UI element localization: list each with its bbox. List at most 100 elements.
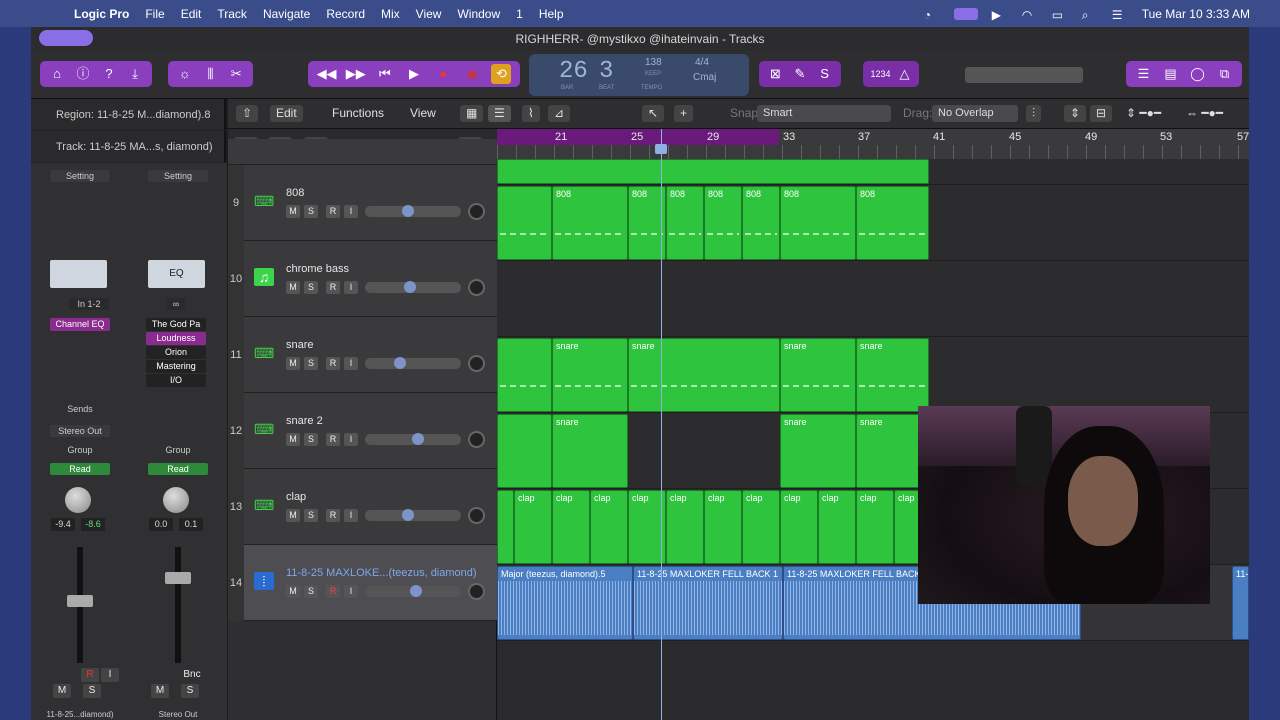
menu-edit[interactable]: Edit: [181, 7, 202, 21]
region-clap[interactable]: clap: [666, 490, 704, 564]
region-808[interactable]: 808: [704, 186, 742, 260]
browsers-icon[interactable]: ⧉: [1215, 64, 1235, 84]
toolbar-icon[interactable]: ⤓: [125, 64, 145, 84]
view-menu[interactable]: View: [404, 105, 442, 122]
list-editors-icon[interactable]: ⊠: [765, 64, 785, 84]
play-button-icon[interactable]: ▶: [404, 64, 424, 84]
vzoom-slider-icon[interactable]: ⇕ ━●━: [1120, 105, 1167, 122]
region-clap[interactable]: clap: [856, 490, 894, 564]
count-in-button[interactable]: 1234: [868, 64, 894, 84]
grid-icon[interactable]: ▦: [460, 105, 484, 122]
mute-button[interactable]: M: [53, 684, 71, 698]
pencil-tool-icon[interactable]: +: [674, 105, 694, 122]
mute-button[interactable]: M: [286, 585, 300, 598]
region-clap[interactable]: clap: [590, 490, 628, 564]
smart-controls-icon[interactable]: ☼: [175, 64, 195, 84]
region-audio[interactable]: Major (teezus, diamond).5: [497, 566, 633, 640]
automation-mode[interactable]: Read: [50, 463, 110, 475]
menu-view[interactable]: View: [416, 7, 442, 21]
track-name[interactable]: 808: [286, 187, 304, 199]
record-icon[interactable]: ●: [433, 64, 453, 84]
region-snare-2[interactable]: snare: [780, 414, 856, 488]
eq-thumbnail[interactable]: [50, 260, 107, 288]
region-snare[interactable]: [497, 338, 552, 412]
pan-knob[interactable]: [468, 583, 485, 600]
fader-cap[interactable]: [67, 595, 93, 607]
region-808[interactable]: 808: [666, 186, 704, 260]
mute-button[interactable]: M: [286, 357, 300, 370]
fit-icon[interactable]: ⊟: [1090, 105, 1113, 122]
volume-knob[interactable]: [394, 357, 406, 369]
menu-track[interactable]: Track: [217, 7, 247, 21]
volume-knob[interactable]: [404, 281, 416, 293]
drag-select[interactable]: No Overlap: [932, 105, 1018, 122]
region-snare[interactable]: snare: [552, 338, 628, 412]
record-enable-button[interactable]: R: [81, 668, 99, 682]
plugin-loudness[interactable]: Loudness: [146, 332, 206, 345]
track-name[interactable]: 11-8-25 MAXLOKE...(teezus, diamond): [286, 567, 477, 579]
notepad-icon[interactable]: ▤: [1161, 64, 1181, 84]
lcd-display[interactable]: 26 3 BAR BEAT 138 KEEP TEMPO 4/4 Cmaj: [529, 54, 749, 96]
battery-icon[interactable]: ▭: [1052, 8, 1068, 22]
track-name[interactable]: snare: [286, 339, 314, 351]
menu-1[interactable]: 1: [516, 7, 523, 21]
input-monitor-button[interactable]: I: [344, 433, 358, 446]
group-slot-out[interactable]: Group: [148, 444, 208, 456]
output-slot[interactable]: Stereo Out: [50, 425, 110, 437]
pan-knob[interactable]: [468, 431, 485, 448]
region-clap[interactable]: clap: [514, 490, 552, 564]
wifi-icon[interactable]: ◠: [1022, 8, 1038, 22]
metronome-icon[interactable]: △: [895, 64, 915, 84]
volume-knob[interactable]: [402, 509, 414, 521]
region-snare-2[interactable]: snare: [552, 414, 628, 488]
plugin-io[interactable]: I/O: [146, 374, 206, 387]
list-view-icon[interactable]: ☰: [488, 105, 511, 122]
input-monitor-button[interactable]: I: [101, 668, 119, 682]
input-monitor-button[interactable]: I: [344, 281, 358, 294]
setting-button[interactable]: Setting: [50, 170, 110, 182]
mute-button[interactable]: M: [286, 509, 300, 522]
input-monitor-button[interactable]: I: [344, 509, 358, 522]
region-808[interactable]: [497, 186, 552, 260]
volume-slider[interactable]: [365, 358, 461, 369]
loops-icon[interactable]: ◯: [1188, 64, 1208, 84]
replace-icon[interactable]: ◉: [462, 64, 482, 84]
automation-icon[interactable]: ⌇: [522, 105, 540, 122]
volume-fader[interactable]: [57, 547, 103, 663]
region-808[interactable]: 808: [742, 186, 780, 260]
region-clap[interactable]: clap: [742, 490, 780, 564]
volume-fader-out[interactable]: [155, 547, 201, 663]
input-monitor-button[interactable]: I: [344, 585, 358, 598]
inspector-icon[interactable]: ⓘ: [73, 64, 93, 84]
track-row-audio[interactable]: 14 ⦙ 11-8-25 MAXLOKE...(teezus, diamond)…: [228, 545, 497, 621]
play-icon[interactable]: ▶: [992, 8, 1008, 22]
record-button[interactable]: R: [326, 585, 340, 598]
solo-button[interactable]: S: [304, 433, 318, 446]
volume-knob[interactable]: [412, 433, 424, 445]
inspector-region[interactable]: Region: 11-8-25 M...diamond).8: [31, 99, 226, 131]
quick-help-icon[interactable]: ?: [99, 64, 119, 84]
cycle-icon[interactable]: ⟲: [491, 64, 512, 84]
mute-button[interactable]: M: [286, 281, 300, 294]
region-clap[interactable]: clap: [552, 490, 590, 564]
eq-button[interactable]: EQ: [148, 260, 205, 288]
fader-cap-out[interactable]: [165, 572, 191, 584]
edit-menu[interactable]: Edit: [270, 105, 303, 122]
clock[interactable]: Tue Mar 10 3:33 AM: [1142, 7, 1250, 21]
track-row-clap[interactable]: 13 ⌨ clap M S R I: [228, 469, 497, 545]
menu-navigate[interactable]: Navigate: [263, 7, 310, 21]
vertical-zoom-icon[interactable]: ⇕: [1064, 105, 1087, 122]
hzoom-slider-icon[interactable]: ⇔ ━●━: [1180, 105, 1229, 122]
pointer-tool-icon[interactable]: ↖: [642, 105, 665, 122]
track-name[interactable]: snare 2: [286, 415, 323, 427]
menu-record[interactable]: Record: [326, 7, 365, 21]
waveform-zoom-icon[interactable]: ⫶: [1026, 105, 1042, 122]
solo-button[interactable]: S: [304, 205, 318, 218]
bar-ruler[interactable]: 21 25 29 33 37 41 45 49 53 57: [497, 129, 1249, 159]
flex-icon[interactable]: ⊿: [548, 105, 571, 122]
group-slot[interactable]: Group: [50, 444, 110, 456]
record-button[interactable]: R: [326, 509, 340, 522]
region-snare[interactable]: snare: [856, 338, 929, 412]
region-clap[interactable]: [497, 490, 514, 564]
track-row-chrome-bass[interactable]: 10 ♫ chrome bass M S R I: [228, 241, 497, 317]
